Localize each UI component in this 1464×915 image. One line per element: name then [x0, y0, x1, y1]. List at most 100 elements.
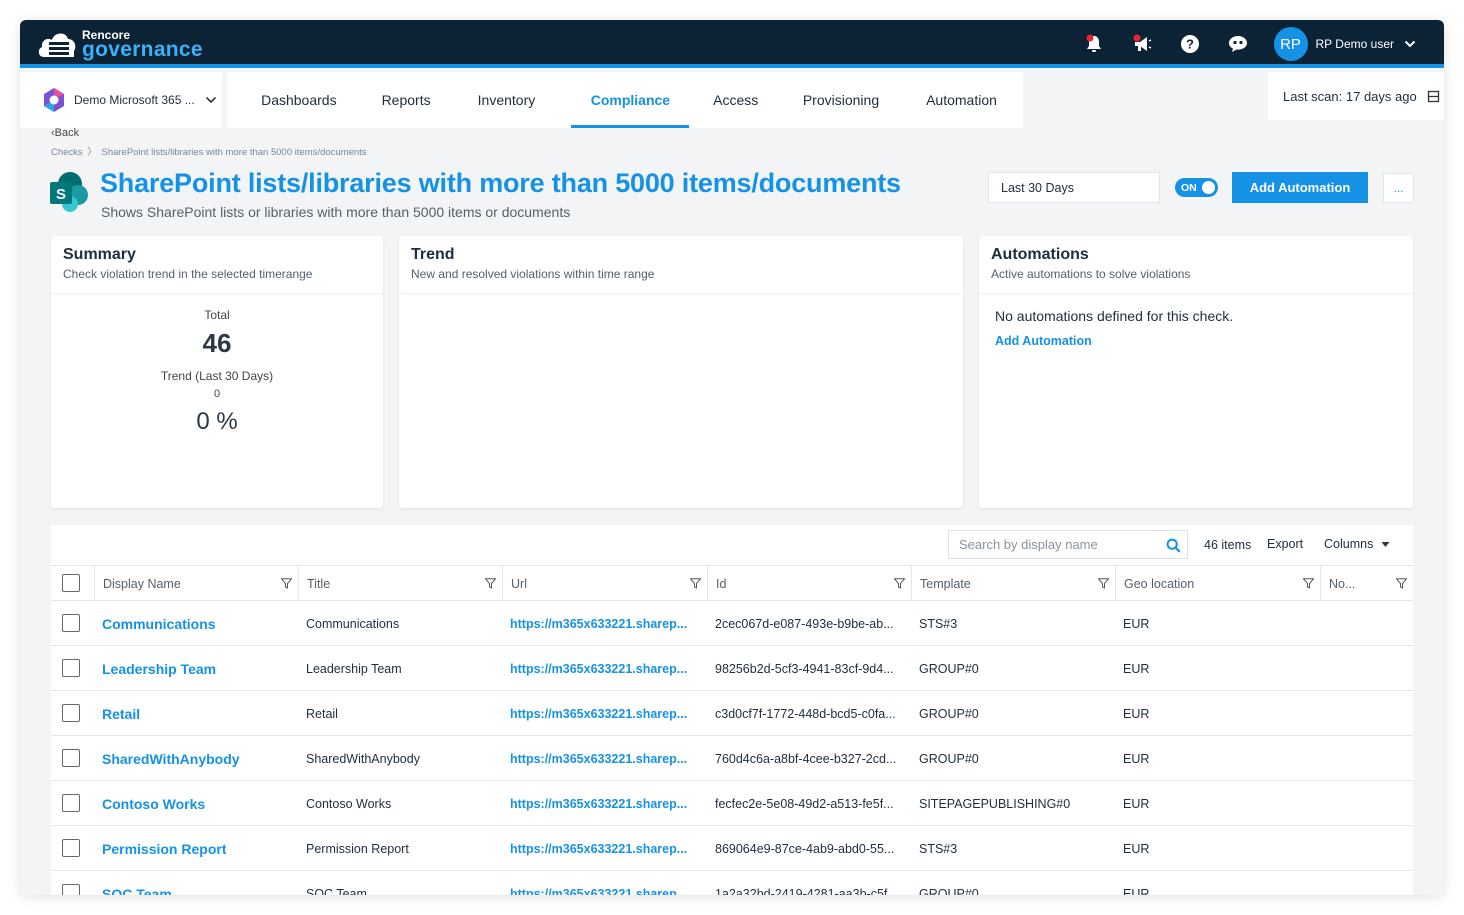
- row-geo: EUR: [1123, 796, 1150, 811]
- trend-subtitle: New and resolved violations within time …: [411, 267, 655, 281]
- table-row[interactable]: SharedWithAnybody SharedWithAnybody http…: [51, 736, 1413, 781]
- select-all-checkbox[interactable]: [62, 574, 80, 592]
- row-display-name[interactable]: Leadership Team: [102, 646, 216, 691]
- search-input[interactable]: [959, 537, 1159, 552]
- columns-button[interactable]: Columns: [1324, 537, 1390, 551]
- row-template: GROUP#0: [919, 661, 979, 676]
- trend-label: Trend (Last 30 Days): [160, 369, 274, 383]
- row-title: Retail: [306, 706, 338, 721]
- last-scan-text: Last scan: 17 days ago: [1283, 88, 1417, 104]
- nav-access[interactable]: Access: [689, 72, 781, 128]
- table-row[interactable]: Leadership Team Leadership Team https://…: [51, 646, 1413, 691]
- header-template[interactable]: Template: [911, 566, 1115, 601]
- back-link[interactable]: ‹Back: [51, 127, 79, 139]
- row-display-name[interactable]: Communications: [102, 601, 216, 646]
- trend-value: 0: [213, 388, 221, 400]
- filter-icon[interactable]: [1098, 578, 1109, 589]
- feedback-button[interactable]: [1214, 26, 1262, 62]
- header-label: Id: [716, 576, 727, 591]
- nav-reports[interactable]: Reports: [371, 72, 442, 128]
- add-automation-button[interactable]: Add Automation: [1232, 172, 1368, 203]
- header-id[interactable]: Id: [707, 566, 911, 601]
- row-checkbox[interactable]: [62, 614, 80, 632]
- scan-icon: [1427, 90, 1439, 102]
- row-url[interactable]: https://m365x633221.sharep...: [510, 781, 687, 826]
- add-automation-link[interactable]: Add Automation: [995, 334, 1413, 348]
- row-url[interactable]: https://m365x633221.sharep...: [510, 691, 687, 736]
- header-label: No...: [1329, 576, 1356, 591]
- filter-icon[interactable]: [485, 578, 496, 589]
- announcements-button[interactable]: [1118, 26, 1166, 62]
- row-display-name[interactable]: Contoso Works: [102, 781, 205, 826]
- table-row[interactable]: Communications Communications https://m3…: [51, 601, 1413, 646]
- filter-icon[interactable]: [1303, 578, 1314, 589]
- row-geo: EUR: [1123, 661, 1150, 676]
- header-label: Url: [511, 576, 527, 591]
- help-button[interactable]: ?: [1166, 26, 1214, 62]
- logo-text-big: governance: [82, 37, 203, 61]
- nav-provisioning[interactable]: Provisioning: [782, 72, 900, 128]
- check-toggle[interactable]: ON: [1175, 178, 1218, 197]
- row-display-name[interactable]: Retail: [102, 691, 140, 736]
- table-row[interactable]: SOC Team SOC Team https://m365x633221.sh…: [51, 871, 1413, 895]
- more-button[interactable]: ...: [1383, 173, 1414, 203]
- row-checkbox[interactable]: [62, 704, 80, 722]
- search-icon[interactable]: [1166, 538, 1181, 553]
- header-geo-location[interactable]: Geo location: [1115, 566, 1320, 601]
- header-display-name[interactable]: Display Name: [94, 566, 298, 601]
- toggle-knob: [1202, 181, 1215, 194]
- row-url[interactable]: https://m365x633221.sharep...: [510, 826, 687, 871]
- bell-icon: [1086, 34, 1101, 52]
- table-row[interactable]: Contoso Works Contoso Works https://m365…: [51, 781, 1413, 826]
- automations-title: Automations: [991, 246, 1089, 263]
- header-title[interactable]: Title: [298, 566, 502, 601]
- row-checkbox[interactable]: [62, 884, 80, 895]
- row-id: 1a2a32bd-2419-4281-aa3b-c5f...: [715, 886, 898, 896]
- svg-text:?: ?: [1186, 37, 1194, 52]
- row-url[interactable]: https://m365x633221.sharep...: [510, 871, 687, 896]
- header-label: Template: [920, 576, 971, 591]
- breadcrumb: Checks 〉 SharePoint lists/libraries with…: [51, 144, 367, 158]
- header-url[interactable]: Url: [502, 566, 707, 601]
- header-no[interactable]: No...: [1320, 566, 1413, 601]
- row-url[interactable]: https://m365x633221.sharep...: [510, 601, 687, 646]
- user-menu[interactable]: RP RP Demo user: [1273, 27, 1416, 61]
- row-geo: EUR: [1123, 751, 1150, 766]
- row-display-name[interactable]: SharedWithAnybody: [102, 736, 240, 781]
- nav-inventory[interactable]: Inventory: [442, 72, 572, 128]
- notifications-button[interactable]: [1070, 26, 1118, 62]
- caret-down-icon: [1381, 541, 1390, 547]
- row-display-name[interactable]: Permission Report: [102, 826, 226, 871]
- automations-subtitle: Active automations to solve violations: [991, 267, 1191, 281]
- row-id: c3d0cf7f-1772-448d-bcd5-c0fa...: [715, 706, 896, 721]
- row-url[interactable]: https://m365x633221.sharep...: [510, 646, 687, 691]
- header-label: Title: [307, 576, 331, 591]
- filter-icon[interactable]: [894, 578, 905, 589]
- row-url[interactable]: https://m365x633221.sharep...: [510, 736, 687, 781]
- row-checkbox[interactable]: [62, 659, 80, 677]
- violations-table: 46 items Export Columns Display Name Tit…: [51, 525, 1413, 895]
- table-row[interactable]: Permission Report Permission Report http…: [51, 826, 1413, 871]
- breadcrumb-checks[interactable]: Checks: [51, 147, 83, 158]
- row-title: SOC Team: [306, 886, 367, 896]
- nav-dashboards[interactable]: Dashboards: [227, 72, 371, 128]
- filter-icon[interactable]: [281, 578, 292, 589]
- filter-icon[interactable]: [1396, 578, 1407, 589]
- export-button[interactable]: Export: [1267, 537, 1303, 551]
- table-row[interactable]: Retail Retail https://m365x633221.sharep…: [51, 691, 1413, 736]
- chevron-down-icon: [1404, 40, 1416, 48]
- filter-icon[interactable]: [690, 578, 701, 589]
- row-checkbox[interactable]: [62, 749, 80, 767]
- nav-automation[interactable]: Automation: [900, 72, 1023, 128]
- last-scan[interactable]: Last scan: 17 days ago: [1268, 72, 1444, 120]
- time-range-select[interactable]: Last 30 Days: [988, 172, 1160, 203]
- tenant-selector[interactable]: Demo Microsoft 365 ...: [20, 72, 222, 128]
- row-display-name[interactable]: SOC Team: [102, 871, 172, 896]
- nav-compliance[interactable]: Compliance: [571, 72, 690, 128]
- table-toolbar: 46 items Export Columns: [51, 525, 1413, 565]
- m365-logo-icon: [44, 88, 64, 112]
- row-checkbox[interactable]: [62, 839, 80, 857]
- row-checkbox[interactable]: [62, 794, 80, 812]
- total-label: Total: [204, 308, 230, 322]
- app-logo[interactable]: Rencore governance: [36, 24, 203, 64]
